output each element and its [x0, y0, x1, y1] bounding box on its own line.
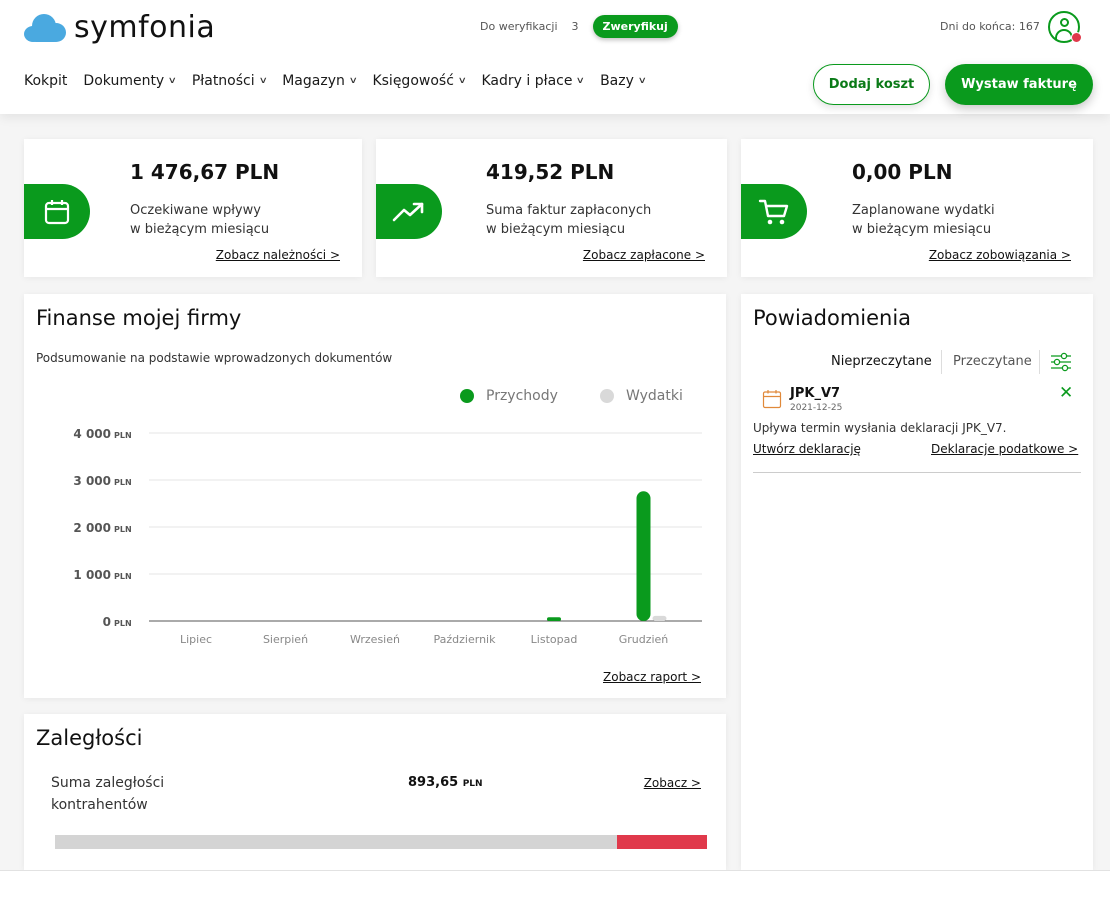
trend-up-icon	[376, 184, 442, 239]
bar-wydatki	[652, 615, 667, 621]
arrears-link[interactable]: Zobacz >	[644, 776, 701, 790]
stat-amount: 0,00 PLN	[852, 160, 953, 184]
stat-card-receivables: 1 476,67 PLN Oczekiwane wpływy w bieżącym…	[24, 139, 362, 277]
notifications-title: Powiadomienia	[753, 306, 912, 330]
issue-invoice-button[interactable]: Wystaw fakturę	[945, 64, 1093, 105]
y-tick-label: 2 000	[73, 521, 111, 535]
chevron-down-icon: ∨	[348, 76, 358, 86]
y-tick-unit: PLN	[114, 572, 132, 581]
x-tick-label: Sierpień	[263, 633, 308, 646]
tab-read[interactable]: Przeczytane	[953, 354, 1032, 369]
user-icon[interactable]	[1048, 11, 1082, 43]
x-tick-label: Listopad	[531, 633, 578, 646]
receivables-link[interactable]: Zobacz należności >	[216, 248, 340, 262]
tab-unread[interactable]: Nieprzeczytane	[831, 354, 932, 369]
verify-button[interactable]: Zweryfikuj	[592, 15, 678, 38]
x-tick-label: Październik	[434, 633, 497, 646]
nav-label: Bazy	[600, 73, 634, 89]
stat-card-paid: 419,52 PLN Suma faktur zapłaconych w bież…	[376, 139, 727, 277]
chevron-down-icon: ∨	[258, 76, 268, 86]
bar-przychody	[636, 491, 651, 621]
add-cost-button[interactable]: Dodaj koszt	[813, 64, 930, 105]
nav-magazyn[interactable]: Magazyn ∨	[282, 73, 358, 89]
stat-description: Suma faktur zapłaconych w bieżącym miesią…	[486, 203, 652, 237]
sliders-icon[interactable]	[1050, 352, 1072, 372]
calendar-icon	[24, 184, 90, 239]
main-nav: Kokpit Dokumenty ∨ Płatności ∨ Magazyn ∨ Ks…	[24, 73, 662, 89]
bar-przychody	[547, 617, 561, 621]
divider	[753, 472, 1081, 473]
arrears-card: Zaległości Suma zaległości kontrahentów …	[24, 714, 726, 870]
liabilities-link[interactable]: Zobacz zobowiązania >	[929, 248, 1071, 262]
y-tick-unit: PLN	[114, 525, 132, 534]
arrears-label: Suma zaległości kontrahentów	[51, 775, 165, 813]
x-tick-label: Lipiec	[180, 633, 212, 646]
cloud-logo-icon	[24, 14, 66, 42]
close-icon[interactable]: ✕	[1059, 383, 1073, 403]
verification-bar: Do weryfikacji 3 Zweryfikuj	[480, 15, 678, 38]
notification-text: Upływa termin wysłania deklaracji JPK_V7…	[753, 421, 1007, 435]
days-left: Dni do końca: 167	[940, 20, 1040, 33]
notification-title: JPK_V7	[790, 386, 841, 401]
calendar-icon	[762, 390, 782, 409]
notification-tabs: Nieprzeczytane Przeczytane	[741, 346, 1093, 376]
status-dot	[1071, 32, 1082, 43]
y-tick-label: 3 000	[73, 474, 111, 488]
nav-label: Księgowość	[372, 73, 454, 89]
logo[interactable]: symfonia	[24, 10, 215, 46]
verification-label: Do weryfikacji	[480, 20, 558, 33]
paid-link[interactable]: Zobacz zapłacone >	[583, 248, 705, 262]
x-tick-label: Wrzesień	[350, 633, 400, 646]
nav-dokumenty[interactable]: Dokumenty ∨	[83, 73, 178, 89]
nav-ksiegowosc[interactable]: Księgowość ∨	[372, 73, 467, 89]
nav-bazy[interactable]: Bazy ∨	[600, 73, 647, 89]
chevron-down-icon: ∨	[576, 76, 586, 86]
y-tick-unit: PLN	[114, 619, 132, 628]
nav-platnosci[interactable]: Płatności ∨	[191, 73, 268, 89]
notifications-panel: Powiadomienia Nieprzeczytane Przeczytane…	[741, 294, 1093, 870]
chevron-down-icon: ∨	[167, 76, 178, 86]
stat-description: Oczekiwane wpływy w bieżącym miesiącu	[130, 203, 270, 237]
nav-label: Kokpit	[24, 73, 68, 89]
y-tick-unit: PLN	[114, 431, 132, 440]
tax-declarations-link[interactable]: Deklaracje podatkowe >	[931, 442, 1078, 456]
arrears-title: Zaległości	[36, 726, 143, 750]
stat-amount: 1 476,67 PLN	[130, 160, 280, 184]
notification-date: 2021-12-25	[790, 403, 843, 413]
chevron-down-icon: ∨	[637, 76, 647, 86]
tab-divider	[941, 350, 942, 374]
nav-label: Kadry i płace	[481, 73, 573, 89]
finance-chart: 4 000 PLN3 000 PLN2 000 PLN1 000 PLN0 PLNLipi…	[73, 427, 702, 646]
y-tick-label: 0	[103, 615, 111, 629]
nav-label: Magazyn	[282, 73, 345, 89]
footer-strip	[0, 870, 1110, 902]
stat-amount: 419,52 PLN	[486, 160, 615, 184]
create-declaration-link[interactable]: Utwórz deklarację	[753, 442, 861, 456]
stat-card-expenses: 0,00 PLN Zaplanowane wydatki w bieżącym m…	[741, 139, 1093, 277]
tab-divider	[1039, 350, 1040, 374]
stat-description: Zaplanowane wydatki w bieżącym miesiącu	[852, 203, 995, 237]
finance-card: Finanse mojej firmy Podsumowanie na pods…	[24, 294, 726, 698]
y-tick-unit: PLN	[114, 478, 132, 487]
top-bar: symfonia Do weryfikacji 3 Zweryfikuj Dni…	[0, 0, 1110, 114]
verification-count: 3	[571, 20, 579, 33]
report-link[interactable]: Zobacz raport >	[603, 670, 701, 684]
y-tick-label: 4 000	[73, 427, 111, 441]
arrears-overdue-fill	[617, 835, 707, 849]
nav-kokpit[interactable]: Kokpit	[24, 73, 67, 89]
nav-label: Płatności	[191, 73, 255, 89]
x-tick-label: Grudzień	[619, 633, 669, 646]
brand-name: symfonia	[74, 10, 216, 45]
chevron-down-icon: ∨	[457, 76, 467, 86]
nav-label: Dokumenty	[83, 73, 165, 89]
arrears-progress-bar	[55, 835, 707, 849]
cart-icon	[741, 184, 807, 239]
arrears-amount: 893,65 PLN	[408, 775, 483, 790]
nav-kadry[interactable]: Kadry i płace ∨	[481, 73, 586, 89]
y-tick-label: 1 000	[73, 568, 111, 582]
